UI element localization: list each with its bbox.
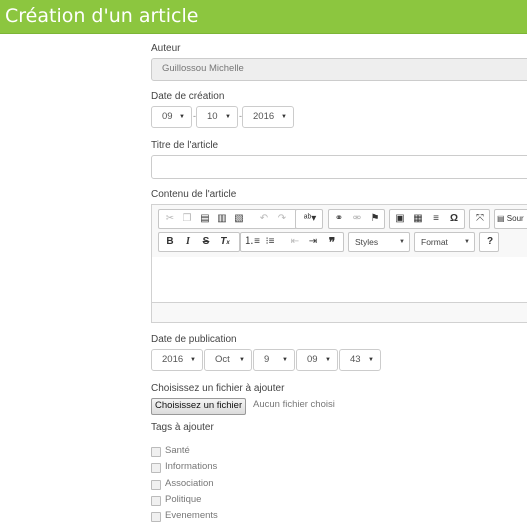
file-status: Aucun fichier choisi <box>253 399 335 410</box>
italic-icon[interactable]: I <box>180 235 196 249</box>
undo-icon[interactable]: ↶ <box>256 212 272 226</box>
insert-group: ▣ ▦ ≡ Ω <box>389 209 465 229</box>
publication-day-value: 9 <box>264 354 270 365</box>
table-icon[interactable]: ▦ <box>410 212 426 226</box>
source-button[interactable]: ▤ Sour <box>497 212 527 226</box>
styles-label: Styles <box>355 237 379 247</box>
editor-status-bar <box>152 302 527 322</box>
spellcheck-group: ᵃᵇ▾ <box>295 209 323 229</box>
checkbox[interactable] <box>151 512 161 522</box>
source-icon: ▤ <box>497 214 505 223</box>
indent-icon[interactable]: ⇥ <box>305 235 321 249</box>
tag-label: Politique <box>165 494 202 505</box>
file-label: Choisissez un fichier à ajouter <box>151 383 285 394</box>
choose-file-button[interactable]: Choisissez un fichier <box>151 398 247 415</box>
tags-label: Tags à ajouter <box>151 422 214 433</box>
source-label: Sour <box>506 214 524 223</box>
publication-day-select[interactable]: 9 ▼ <box>253 349 295 371</box>
cut-icon[interactable]: ✂ <box>162 212 178 226</box>
chevron-down-icon: ▼ <box>368 357 374 363</box>
creation-month-value: 10 <box>207 111 218 122</box>
blockquote-icon[interactable]: ❞ <box>324 235 340 249</box>
page-header: Création d'un article <box>0 0 527 34</box>
author-label: Auteur <box>151 43 181 54</box>
chevron-down-icon: ▼ <box>281 114 287 120</box>
chevron-down-icon: ▼ <box>239 357 245 363</box>
chevron-down-icon: ▼ <box>225 114 231 120</box>
maximize-group: ⤧ <box>469 209 490 229</box>
format-label: Format <box>421 237 448 247</box>
tag-label: Informations <box>165 461 218 472</box>
title-label: Titre de l'article <box>151 140 219 151</box>
spellcheck-icon[interactable]: ᵃᵇ▾ <box>299 212 321 226</box>
publication-hour-select[interactable]: 09 ▼ <box>296 349 338 371</box>
styles-combo[interactable]: Styles ▼ <box>348 232 410 252</box>
checkbox[interactable] <box>151 480 161 490</box>
paste-icon[interactable]: ▤ <box>197 212 213 226</box>
creation-day-select[interactable]: 09 ▼ <box>151 106 192 128</box>
content-label: Contenu de l'article <box>151 189 237 200</box>
bold-icon[interactable]: B <box>162 235 178 249</box>
tag-label: Evenements <box>165 510 218 521</box>
remove-format-icon[interactable]: Tx <box>217 235 233 249</box>
publication-month-select[interactable]: Oct ▼ <box>204 349 252 371</box>
publication-date-label: Date de publication <box>151 334 237 345</box>
paste-word-icon[interactable]: ▧ <box>231 212 247 226</box>
help-group: ? <box>479 232 499 252</box>
page-title: Création d'un article <box>5 5 199 27</box>
author-field: Guillossou Michelle <box>151 58 527 81</box>
chevron-down-icon: ▼ <box>399 239 405 245</box>
format-combo[interactable]: Format ▼ <box>414 232 475 252</box>
title-input[interactable] <box>151 155 527 179</box>
creation-month-select[interactable]: 10 ▼ <box>196 106 238 128</box>
image-icon[interactable]: ▣ <box>392 212 408 226</box>
checkbox[interactable] <box>151 447 161 457</box>
publication-year-select[interactable]: 2016 ▼ <box>151 349 203 371</box>
editor-toolbar: ✂ ❐ ▤ ▥ ▧ ↶ ↷ ᵃᵇ▾ ⚭ ⚮ ⚑ ▣ ▦ ≡ Ω ⤧ ▤ Sour <box>152 205 527 258</box>
maximize-icon[interactable]: ⤧ <box>472 212 488 226</box>
basic-styles-group: B I S Tx <box>158 232 240 252</box>
publication-minute-value: 43 <box>350 354 361 365</box>
strike-icon[interactable]: S <box>198 235 214 249</box>
unlink-icon[interactable]: ⚮ <box>349 212 365 226</box>
redo-icon[interactable]: ↷ <box>274 212 290 226</box>
tag-label: Association <box>165 478 214 489</box>
chevron-down-icon: ▼ <box>325 357 331 363</box>
link-group: ⚭ ⚮ ⚑ <box>328 209 385 229</box>
chevron-down-icon: ▼ <box>282 357 288 363</box>
outdent-icon[interactable]: ⇤ <box>287 235 303 249</box>
chevron-down-icon: ▼ <box>464 239 470 245</box>
tag-label: Santé <box>165 445 190 456</box>
numbered-list-icon[interactable]: ⒈≡ <box>244 235 260 249</box>
help-icon[interactable]: ? <box>482 235 498 249</box>
paragraph-group: ⒈≡ ⁝≡ ⇤ ⇥ ❞ <box>240 232 344 252</box>
creation-year-value: 2016 <box>253 111 275 122</box>
clipboard-group: ✂ ❐ ▤ ▥ ▧ ↶ ↷ <box>158 209 297 229</box>
publication-minute-select[interactable]: 43 ▼ <box>339 349 381 371</box>
paste-text-icon[interactable]: ▥ <box>214 212 230 226</box>
anchor-icon[interactable]: ⚑ <box>367 212 383 226</box>
bulleted-list-icon[interactable]: ⁝≡ <box>262 235 278 249</box>
horizontal-rule-icon[interactable]: ≡ <box>428 212 444 226</box>
source-group: ▤ Sour <box>494 209 527 229</box>
checkbox[interactable] <box>151 463 161 473</box>
chevron-down-icon: ▼ <box>190 357 196 363</box>
rich-text-editor: ✂ ❐ ▤ ▥ ▧ ↶ ↷ ᵃᵇ▾ ⚭ ⚮ ⚑ ▣ ▦ ≡ Ω ⤧ ▤ Sour <box>151 204 527 323</box>
copy-icon[interactable]: ❐ <box>179 212 195 226</box>
special-char-icon[interactable]: Ω <box>446 212 462 226</box>
publication-year-value: 2016 <box>162 354 184 365</box>
checkbox[interactable] <box>151 496 161 506</box>
editor-content-area[interactable] <box>152 257 527 304</box>
publication-hour-value: 09 <box>307 354 318 365</box>
chevron-down-icon: ▼ <box>179 114 185 120</box>
creation-day-value: 09 <box>162 111 173 122</box>
link-icon[interactable]: ⚭ <box>331 212 347 226</box>
creation-year-select[interactable]: 2016 ▼ <box>242 106 294 128</box>
publication-month-value: Oct <box>215 354 230 365</box>
creation-date-label: Date de création <box>151 91 225 102</box>
